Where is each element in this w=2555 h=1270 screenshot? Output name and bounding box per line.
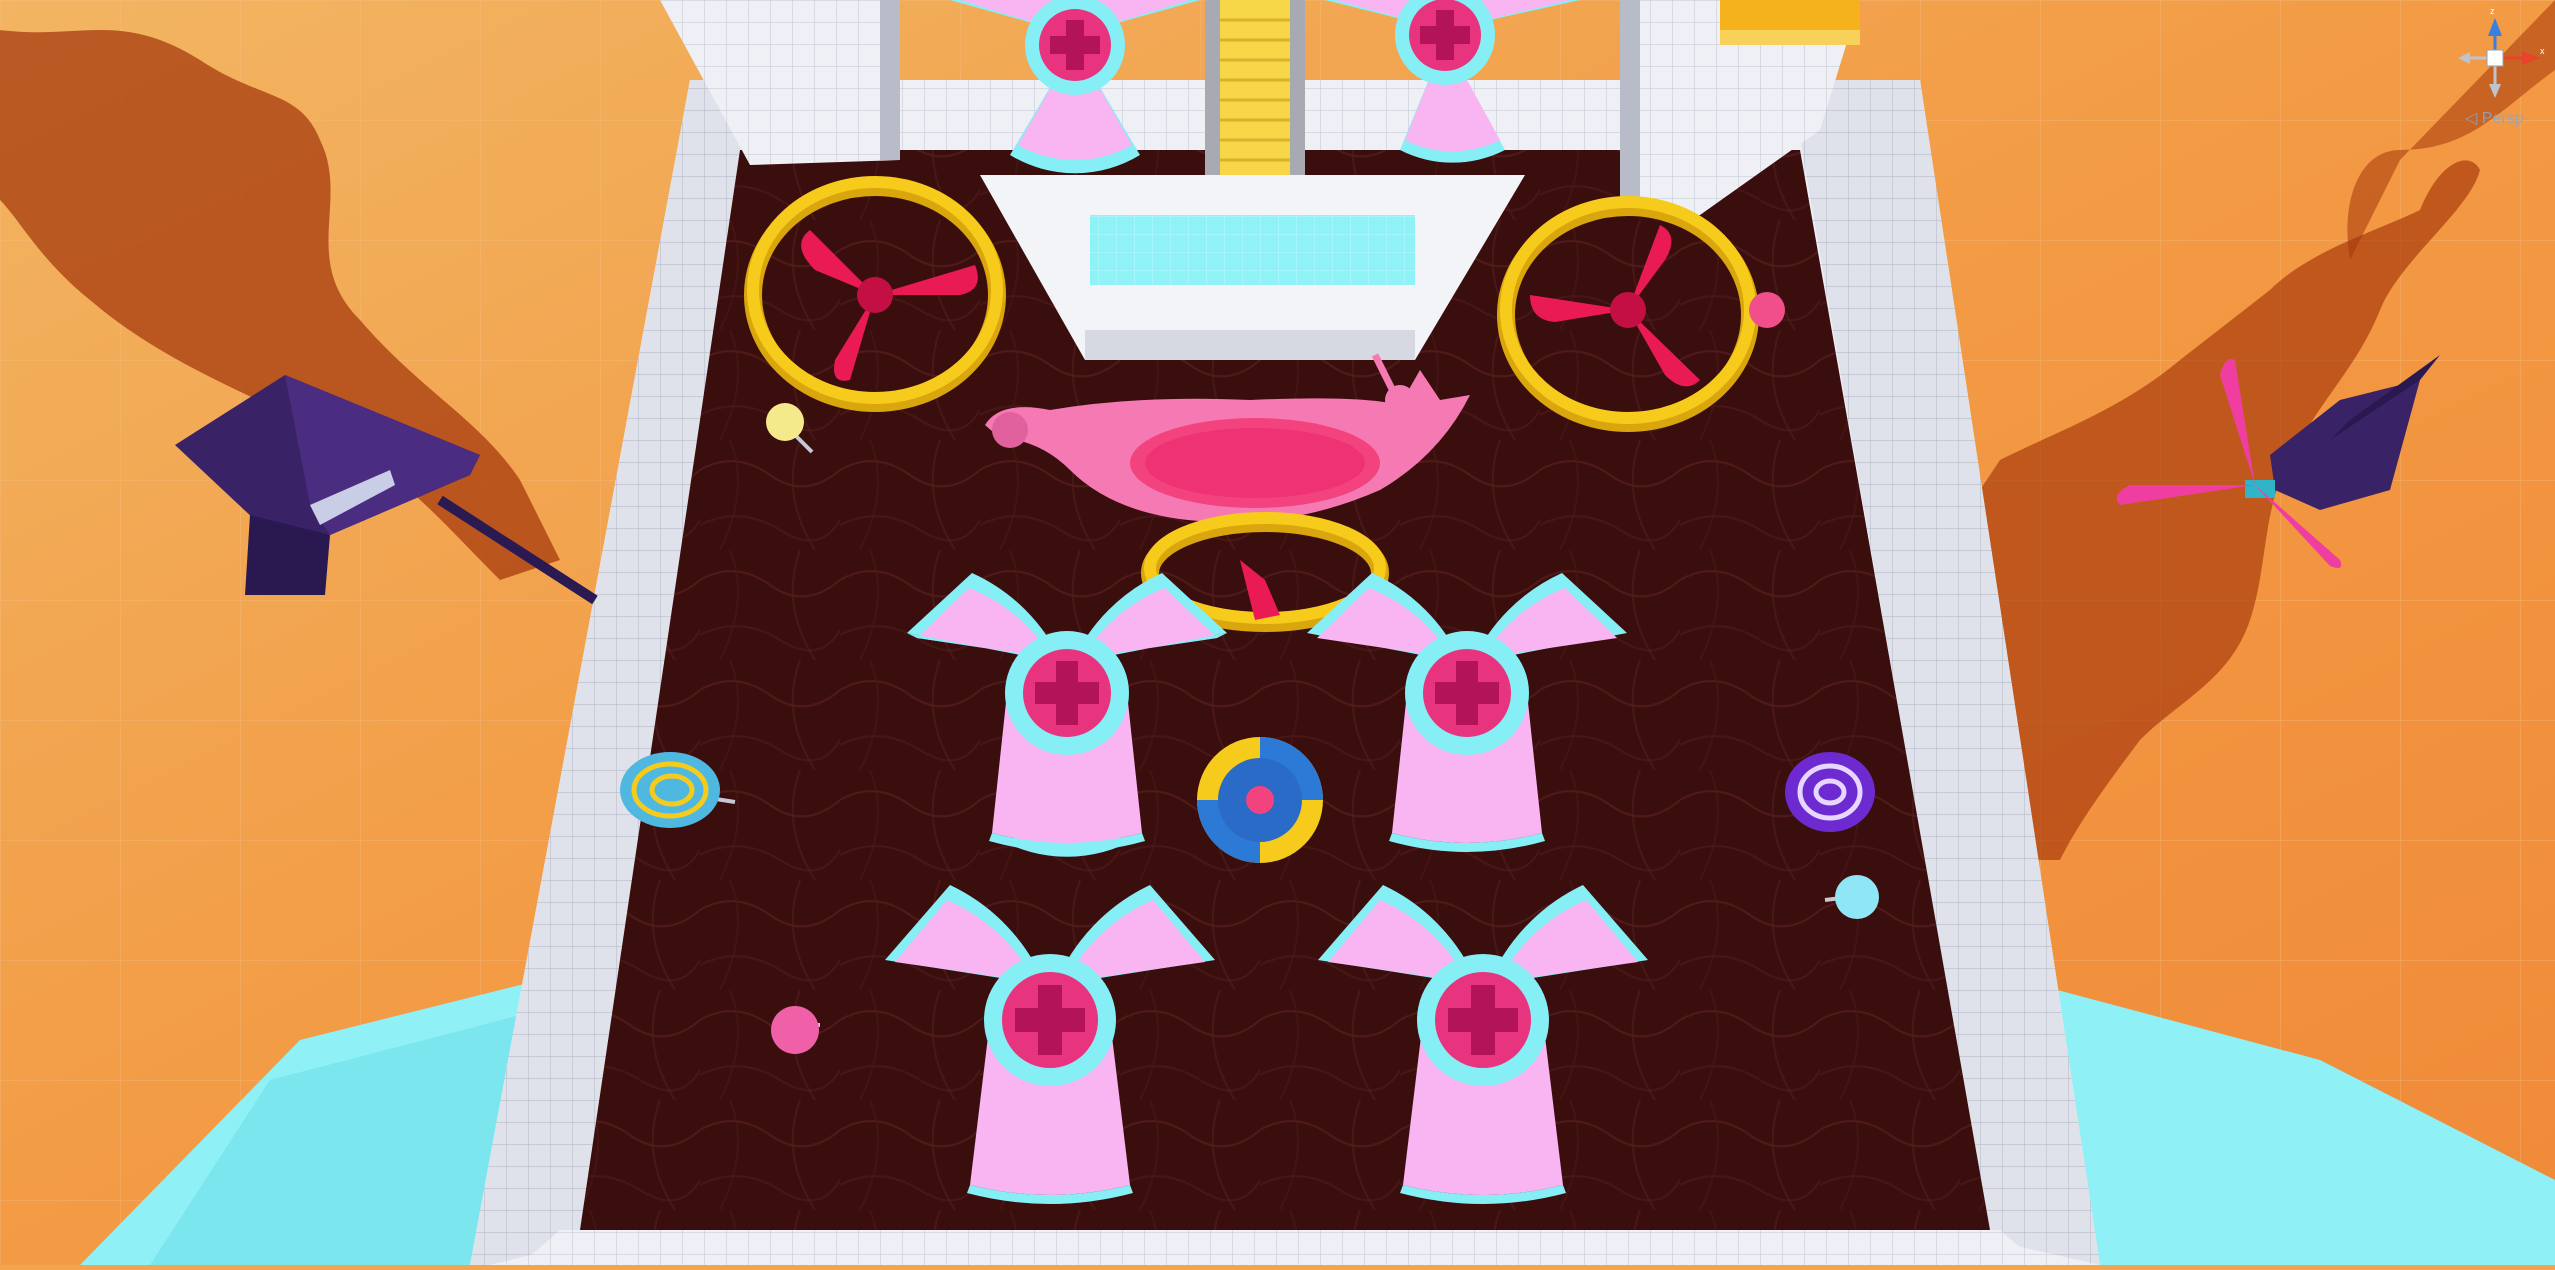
gizmo-neg-z-axis-icon[interactable] bbox=[2489, 84, 2501, 98]
right-tower-side bbox=[1620, 0, 1640, 215]
projection-toggle[interactable]: ◁ Persp bbox=[2465, 108, 2524, 128]
gizmo-neg-x-axis-icon[interactable] bbox=[2458, 52, 2470, 64]
pool-block-front bbox=[1085, 330, 1415, 360]
purple-swirl-lollipop bbox=[1785, 752, 1875, 832]
bottom-wall bbox=[520, 1230, 2040, 1265]
gizmo-z-axis-icon[interactable] bbox=[2488, 18, 2502, 36]
gizmo-z-label: z bbox=[2490, 6, 2495, 16]
glass-pool bbox=[1090, 215, 1415, 285]
left-tower-side bbox=[880, 0, 900, 160]
yellow-stairs bbox=[1220, 0, 1290, 175]
gizmo-center-cube-icon[interactable] bbox=[2486, 49, 2504, 67]
gizmo-x-label: x bbox=[2540, 46, 2545, 56]
scene-canvas[interactable] bbox=[0, 0, 2555, 1265]
unity-scene-viewport[interactable]: z x ◁ Persp bbox=[0, 0, 2555, 1265]
player-disc bbox=[1197, 737, 1323, 863]
orange-block-top bbox=[1720, 30, 1860, 45]
gizmo-x-axis-icon[interactable] bbox=[2522, 51, 2540, 65]
